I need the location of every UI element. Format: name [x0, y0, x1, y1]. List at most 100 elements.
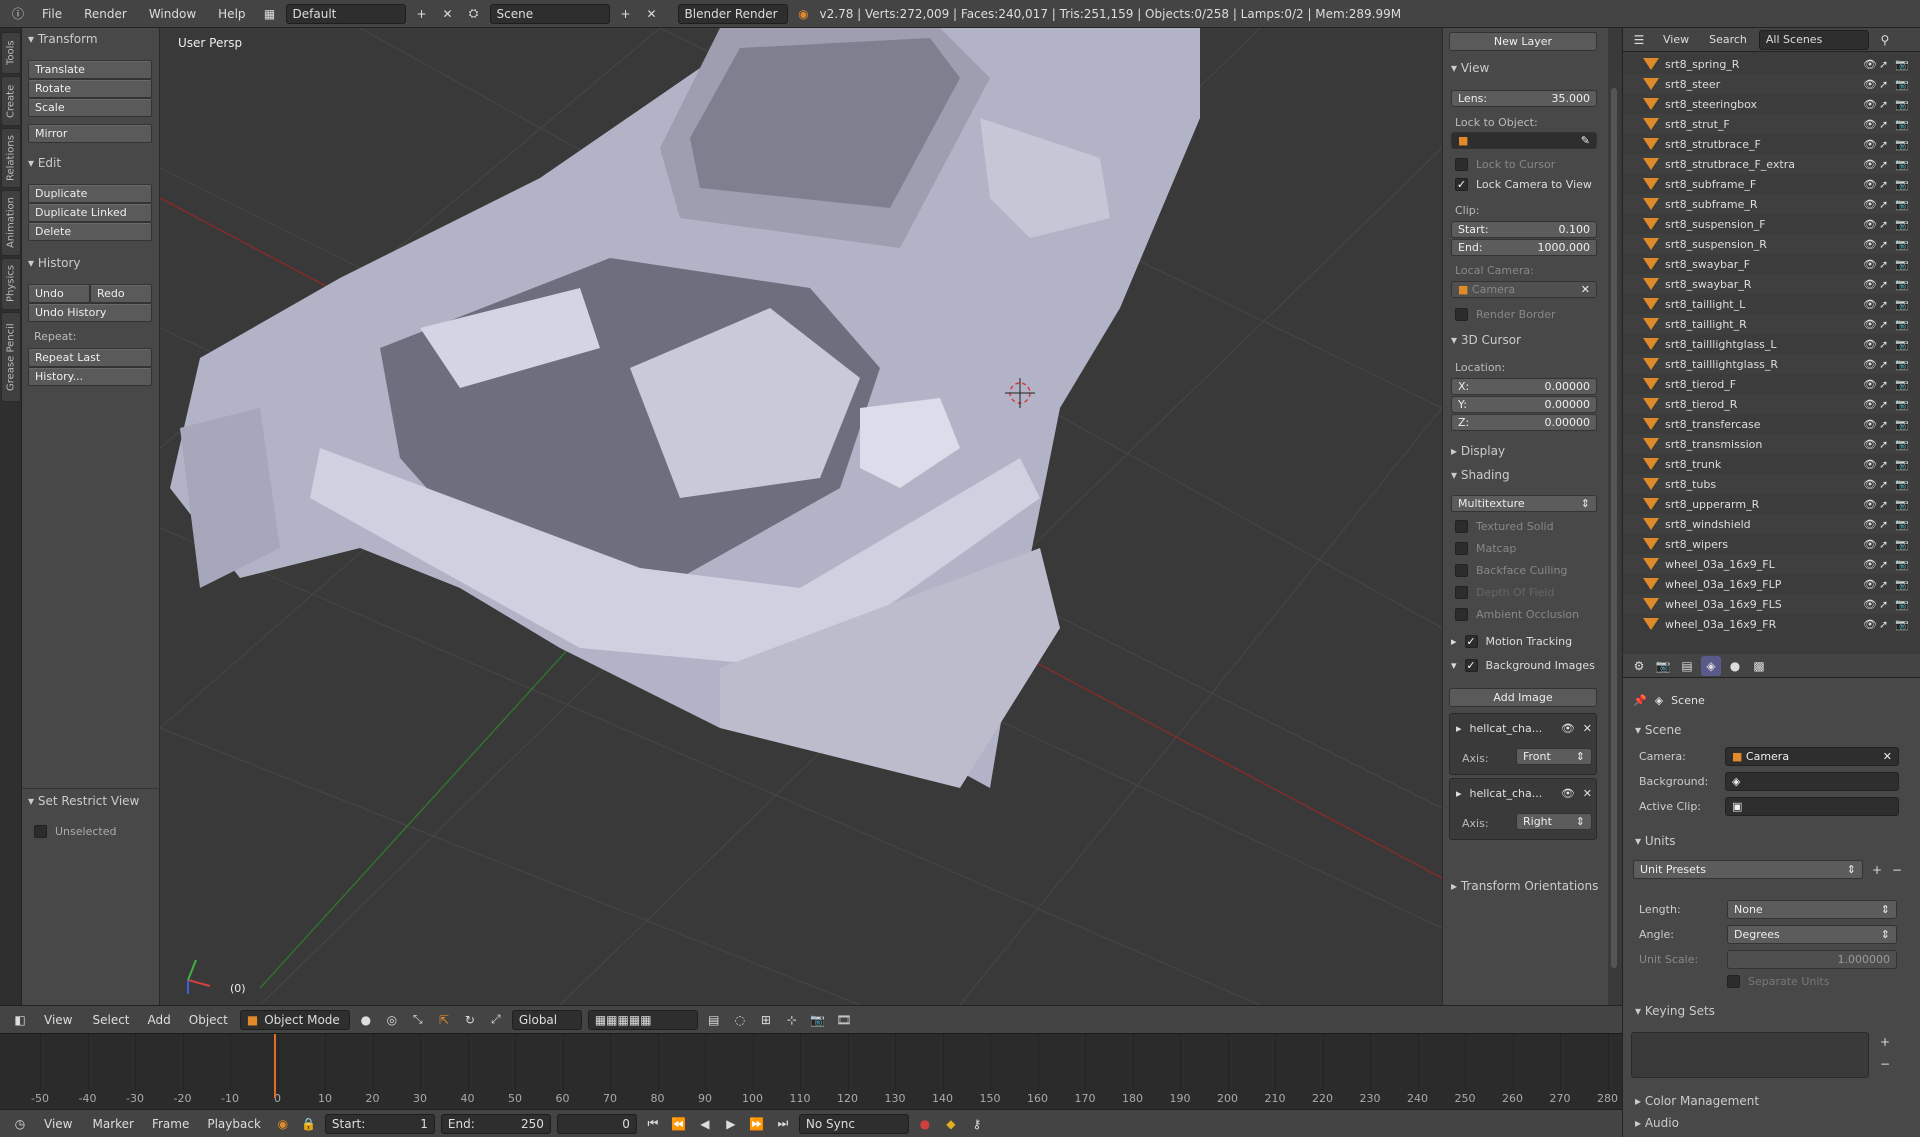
display-mode-select[interactable]: All Scenes [1758, 29, 1869, 50]
outliner-item[interactable]: srt8_trunk 👁 ➚ 📷 [1623, 454, 1911, 474]
scene-field[interactable]: Scene [489, 3, 610, 24]
orientation-select[interactable]: Global [511, 1009, 582, 1030]
selectable-arrow-icon[interactable]: ➚ [1879, 458, 1895, 471]
outliner-item[interactable]: wheel_03a_16x9_FLS 👁 ➚ 📷 [1623, 594, 1911, 614]
selectable-arrow-icon[interactable]: ➚ [1879, 618, 1895, 631]
play-reverse-icon[interactable]: ◀ [695, 1114, 715, 1134]
mode-select[interactable]: ■ Object Mode [239, 1009, 350, 1030]
next-keyframe-icon[interactable]: ⏩ [747, 1114, 767, 1134]
renderable-camera-icon[interactable]: 📷 [1895, 458, 1911, 471]
selectable-arrow-icon[interactable]: ➚ [1879, 558, 1895, 571]
outliner-editor-icon[interactable]: ☰ [1629, 30, 1649, 50]
visibility-eye-icon[interactable]: 👁 [1863, 498, 1879, 511]
eye-icon[interactable]: 👁 [1561, 787, 1575, 800]
color-management-header[interactable]: ▸ Color Management [1635, 1094, 1759, 1108]
outliner-item[interactable]: wheel_03a_16x9_FL 👁 ➚ 📷 [1623, 554, 1911, 574]
visibility-eye-icon[interactable]: 👁 [1863, 78, 1879, 91]
outliner-item[interactable]: srt8_tierod_R 👁 ➚ 📷 [1623, 394, 1911, 414]
play-icon[interactable]: ▶ [721, 1114, 741, 1134]
end-frame-field[interactable]: End: 250 [440, 1113, 551, 1134]
outliner-item[interactable]: srt8_swaybar_F 👁 ➚ 📷 [1623, 254, 1911, 274]
selectable-arrow-icon[interactable]: ➚ [1879, 318, 1895, 331]
frame-menu[interactable]: Frame [146, 1117, 195, 1131]
angle-select[interactable]: Degrees ⇕ [1727, 925, 1897, 944]
renderable-camera-icon[interactable]: 📷 [1895, 578, 1911, 591]
unit-scale-field[interactable]: 1.000000 [1727, 950, 1897, 969]
lock-camera-check[interactable]: ✓ [1455, 178, 1468, 191]
renderable-camera-icon[interactable]: 📷 [1895, 58, 1911, 71]
outliner-item[interactable]: srt8_taillight_R 👁 ➚ 📷 [1623, 314, 1911, 334]
separate-units-checkbox[interactable]: Separate Units [1727, 975, 1829, 988]
view-panel-header[interactable]: ▾ View [1451, 61, 1489, 75]
visibility-eye-icon[interactable]: 👁 [1863, 338, 1879, 351]
visibility-eye-icon[interactable]: 👁 [1863, 298, 1879, 311]
units-panel-header[interactable]: ▾ Units [1635, 834, 1676, 848]
add-keying-set-icon[interactable]: + [1875, 1032, 1895, 1052]
add-menu[interactable]: Add [142, 1013, 177, 1027]
selectable-arrow-icon[interactable]: ➚ [1879, 198, 1895, 211]
renderable-camera-icon[interactable]: 📷 [1895, 518, 1911, 531]
lens-field[interactable]: Lens: 35.000 [1451, 90, 1597, 107]
current-frame-field[interactable]: 0 [556, 1113, 637, 1134]
renderable-camera-icon[interactable]: 📷 [1895, 318, 1911, 331]
viewport-scene[interactable] [160, 28, 1442, 1005]
outliner-item[interactable]: srt8_steer 👁 ➚ 📷 [1623, 74, 1911, 94]
edit-panel-header[interactable]: ▾ Edit [28, 156, 61, 170]
delete-button[interactable]: Delete [28, 222, 152, 241]
display-panel-header[interactable]: ▸ Display [1451, 444, 1505, 458]
renderable-camera-icon[interactable]: 📷 [1895, 398, 1911, 411]
length-select[interactable]: None ⇕ [1727, 900, 1897, 919]
visibility-eye-icon[interactable]: 👁 [1863, 358, 1879, 371]
outliner-item[interactable]: wheel_03a_16x9_FLP 👁 ➚ 📷 [1623, 574, 1911, 594]
jump-start-icon[interactable]: ⏮ [643, 1114, 663, 1134]
remove-preset-icon[interactable]: − [1887, 860, 1907, 880]
rotate-manipulator-icon[interactable]: ↻ [460, 1010, 480, 1030]
tab-create[interactable]: Create [1, 76, 21, 126]
tab-grease-pencil[interactable]: Grease Pencil [1, 312, 21, 402]
outliner-item[interactable]: srt8_suspension_R 👁 ➚ 📷 [1623, 234, 1911, 254]
renderable-camera-icon[interactable]: 📷 [1895, 478, 1911, 491]
transform-orientations-header[interactable]: ▸ Transform Orientations [1451, 879, 1598, 893]
renderable-camera-icon[interactable]: 📷 [1895, 298, 1911, 311]
timeline-view-menu[interactable]: View [36, 1117, 80, 1131]
undo-button[interactable]: Undo [28, 284, 90, 303]
scale-button[interactable]: Scale [28, 98, 152, 117]
mirror-button[interactable]: Mirror [28, 124, 152, 143]
history-menu-button[interactable]: History... [28, 367, 152, 386]
unselected-checkbox[interactable]: Unselected [34, 825, 116, 838]
dof-checkbox[interactable]: Depth Of Field [1455, 586, 1554, 599]
new-layer-button[interactable]: New Layer [1449, 32, 1597, 51]
visibility-eye-icon[interactable]: 👁 [1863, 438, 1879, 451]
lock-camera-checkbox[interactable]: ✓ Lock Camera to View [1455, 178, 1592, 191]
proportional-edit-icon[interactable]: ◌ [730, 1010, 750, 1030]
outliner-item[interactable]: srt8_tierod_F 👁 ➚ 📷 [1623, 374, 1911, 394]
renderable-camera-icon[interactable]: 📷 [1895, 278, 1911, 291]
3d-viewport[interactable]: User Persp (0) [160, 28, 1442, 1005]
opengl-render-icon[interactable]: 📷 [808, 1010, 828, 1030]
selectable-arrow-icon[interactable]: ➚ [1879, 598, 1895, 611]
jump-end-icon[interactable]: ⏭ [773, 1114, 793, 1134]
scroll-thumb[interactable] [1611, 88, 1617, 968]
remove-layout-icon[interactable]: ✕ [438, 4, 458, 24]
renderable-camera-icon[interactable]: 📷 [1895, 138, 1911, 151]
outliner-search-menu[interactable]: Search [1703, 33, 1753, 46]
backface-culling-checkbox[interactable]: Backface Culling [1455, 564, 1567, 577]
selectable-arrow-icon[interactable]: ➚ [1879, 278, 1895, 291]
outliner-item[interactable]: wheel_03a_16x9_FR 👁 ➚ 📷 [1623, 614, 1911, 634]
ao-check[interactable] [1455, 608, 1468, 621]
timeline-ruler[interactable]: -50 -40 -30 -20 -10 0 10 20 30 40 50 60 70 80 90 100 110… [0, 1034, 1622, 1110]
renderable-camera-icon[interactable]: 📷 [1895, 98, 1911, 111]
add-layout-icon[interactable]: + [412, 4, 432, 24]
layout-field[interactable]: Default [285, 3, 406, 24]
remove-scene-icon[interactable]: ✕ [642, 4, 662, 24]
backface-check[interactable] [1455, 564, 1468, 577]
renderable-camera-icon[interactable]: 📷 [1895, 378, 1911, 391]
undo-history-button[interactable]: Undo History [28, 303, 152, 322]
search-icon[interactable]: ⚲ [1875, 30, 1895, 50]
texture-tab-icon[interactable]: ▩ [1749, 656, 1769, 676]
start-frame-field[interactable]: Start: 1 [324, 1113, 435, 1134]
outliner-item[interactable]: srt8_steeringbox 👁 ➚ 📷 [1623, 94, 1911, 114]
set-restrict-view-header[interactable]: ▾ Set Restrict View [28, 794, 139, 808]
3d-view-editor-icon[interactable]: ◧ [10, 1010, 30, 1030]
outliner-list[interactable]: srt8_spring_R 👁 ➚ 📷 srt8_steer 👁 ➚ 📷 srt8_steeri… [1623, 54, 1911, 651]
